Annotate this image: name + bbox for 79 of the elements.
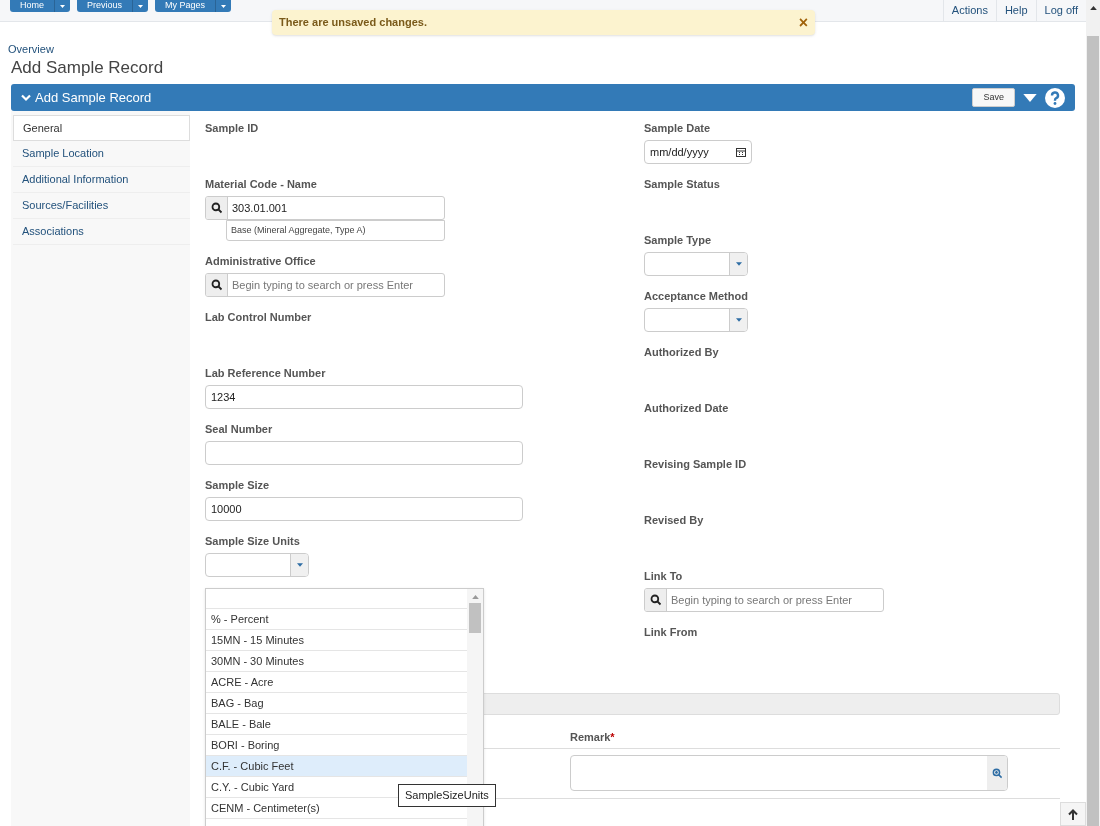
field-label: Link To (644, 569, 684, 583)
nav-button[interactable]: Home (10, 0, 70, 12)
field-label: Authorized Date (644, 401, 730, 415)
caret-icon (60, 4, 65, 8)
text-field[interactable]: 10000 (205, 497, 523, 521)
select-field[interactable] (644, 252, 748, 276)
field-label: Sample ID (205, 121, 260, 135)
field-label: Material Code - Name (205, 177, 318, 191)
nav-button[interactable]: Previous (77, 0, 149, 12)
nav-button[interactable]: My Pages (155, 0, 232, 12)
field-label: Revised By (644, 513, 705, 527)
scrollbar-thumb[interactable] (469, 603, 481, 633)
field-value: 303.01.001 (231, 201, 289, 216)
lookup-field[interactable]: Begin typing to search or press Enter (644, 588, 884, 612)
save-button[interactable]: Save (972, 88, 1015, 107)
panel-title: Add Sample Record (35, 88, 152, 107)
sidebar-item[interactable]: General (13, 115, 190, 141)
field-placeholder: Begin typing to search or press Enter (670, 593, 853, 608)
header-link[interactable]: Help (995, 0, 1036, 22)
sidebar-item[interactable]: Sample Location (13, 141, 190, 167)
toast-message: There are unsaved changes. (279, 15, 427, 31)
tooltip: SampleSizeUnits (398, 784, 496, 807)
zoom-in-icon (991, 767, 1003, 779)
dropdown-option[interactable]: 30MN - 30 Minutes (206, 651, 467, 672)
caret-icon (735, 262, 742, 266)
column-header: Remark* (570, 731, 615, 743)
dropdown-option[interactable]: 15MN - 15 Minutes (206, 630, 467, 651)
field-label: Sample Size (205, 478, 271, 492)
field-label: Seal Number (205, 422, 274, 436)
dropdown-option[interactable]: BALE - Bale (206, 714, 467, 735)
breadcrumb-link[interactable]: Overview (8, 43, 54, 55)
caret-icon (296, 563, 303, 567)
sidebar-item[interactable]: Additional Information (13, 167, 190, 193)
caret-icon (471, 595, 479, 599)
field-label: Authorized By (644, 345, 720, 359)
search-icon (649, 594, 662, 606)
text-field[interactable] (205, 441, 523, 465)
header-link[interactable]: Actions (942, 0, 996, 22)
select-field[interactable] (205, 553, 309, 577)
select-field[interactable] (644, 308, 748, 332)
field-label: Link From (644, 625, 699, 639)
field-label: Lab Reference Number (205, 366, 327, 380)
caret-icon (735, 318, 742, 322)
page-title: Add Sample Record (10, 57, 165, 79)
chevron-icon (21, 93, 31, 102)
scroll-top-button[interactable] (1060, 802, 1086, 826)
scrollbar[interactable] (1086, 0, 1100, 826)
date-field[interactable]: mm/dd/yyyy (644, 140, 752, 164)
dropdown-option[interactable]: % - Percent (206, 609, 467, 630)
field-label: Acceptance Method (644, 289, 749, 303)
field-label: Administrative Office (205, 254, 317, 268)
arrow-up-icon (1068, 808, 1078, 820)
sidebar-item[interactable]: Sources/Facilities (13, 193, 190, 219)
calendar-icon (736, 147, 746, 157)
field-label: Sample Date (644, 121, 712, 135)
lookup-field[interactable]: 303.01.001 (205, 196, 445, 220)
text-field[interactable]: 1234 (205, 385, 523, 409)
dropdown-option[interactable]: BAG - Bag (206, 693, 467, 714)
help-icon[interactable] (1045, 87, 1065, 108)
dropdown-option[interactable]: C.F. - Cubic Feet (206, 756, 467, 777)
field-placeholder: Begin typing to search or press Enter (231, 278, 414, 293)
search-icon (210, 202, 223, 214)
caret-icon (1023, 93, 1037, 102)
field-label: Sample Type (644, 233, 713, 247)
search-icon (210, 279, 223, 291)
caret-icon (138, 4, 144, 8)
scrollbar-thumb[interactable] (1087, 36, 1099, 826)
remark-field[interactable] (570, 755, 1008, 791)
caret-icon (221, 4, 227, 8)
lookup-field[interactable]: Begin typing to search or press Enter (205, 273, 445, 297)
close-icon[interactable]: × (798, 14, 808, 31)
dropdown-option[interactable]: ACRE - Acre (206, 672, 467, 693)
field-label: Revising Sample ID (644, 457, 748, 471)
field-label: Sample Size Units (205, 534, 301, 548)
lookup-description: Base (Mineral Aggregate, Type A) (226, 220, 445, 241)
field-label: Lab Control Number (205, 310, 313, 324)
caret-icon (1089, 6, 1097, 10)
field-label: Sample Status (644, 177, 721, 191)
sidebar-item[interactable]: Associations (13, 219, 190, 245)
